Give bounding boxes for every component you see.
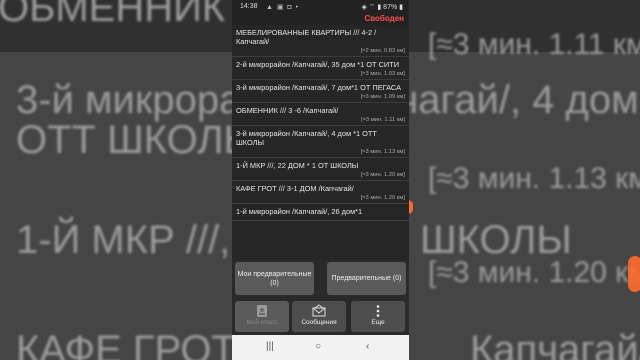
- order-distance: [≈3 мин. 1.20 км]: [360, 195, 405, 201]
- status-bar: 14:38 ▲ ▣ ◘ • ◈ ⌔ ▮ 87% ▮: [232, 0, 409, 14]
- order-address: 3-й микрорайон /Капчагай/, 4 дом *1 ОТТ …: [236, 129, 377, 147]
- order-address: ОБМЕННИК /// 3 -6 /Капчагай/: [236, 106, 339, 115]
- driver-status[interactable]: Свободен: [364, 14, 404, 23]
- android-nav-bar: ||| ○ ‹: [232, 335, 409, 360]
- order-distance: [≈3 мин. 1.03 км]: [360, 71, 405, 77]
- my-preliminary-button[interactable]: Мои предварительные (0): [235, 262, 314, 295]
- list-item[interactable]: 1-Й МКР ///, 22 ДОМ * 1 ОТ ШКОЛЫ [≈3 мин…: [232, 158, 409, 181]
- status-time: 14:38: [240, 3, 258, 10]
- bg-line6-right: Капчагай/: [470, 328, 640, 360]
- orders-list[interactable]: МЕБЕЛИРОВАННЫЕ КВАРТИРЫ /// 4-2 /Капчага…: [232, 25, 409, 260]
- list-item[interactable]: КАФЕ ГРОТ /// 3-1 ДОМ /Капчагай/ [≈3 мин…: [232, 181, 409, 204]
- notification-icons: ▲ ▣ ◘ •: [266, 4, 300, 11]
- back-icon[interactable]: ‹: [366, 341, 369, 352]
- order-distance: [≈3 мин. 1.20 км]: [360, 172, 405, 178]
- my-preliminary-label: Мои предварительные (0): [237, 270, 312, 287]
- list-item[interactable]: 3-й микрорайон /Капчагай/, 7 дом*1 ОТ ПЕ…: [232, 80, 409, 103]
- preliminary-label: Предварительные (0): [331, 275, 402, 282]
- preliminary-button[interactable]: Предварительные (0): [327, 262, 406, 295]
- list-item[interactable]: ОБМЕННИК /// 3 -6 /Капчагай/ [≈3 мин. 1.…: [232, 103, 409, 126]
- home-icon[interactable]: ○: [315, 341, 321, 352]
- list-item[interactable]: 3-й микрорайон /Капчагай/, 4 дом *1 ОТТ …: [232, 126, 409, 158]
- phone-screen: 14:38 ▲ ▣ ◘ • ◈ ⌔ ▮ 87% ▮ Свободен МЕБЕЛ…: [232, 0, 409, 360]
- order-address: КАФЕ ГРОТ /// 3-1 ДОМ /Капчагай/: [236, 184, 354, 193]
- order-address: МЕБЕЛИРОВАННЫЕ КВАРТИРЫ /// 4-2 /Капчага…: [236, 28, 377, 46]
- messages-label: Сообщения: [301, 319, 337, 326]
- order-distance: [≈2 мин. 0.83 км]: [360, 48, 405, 54]
- order-distance: [≈3 мин. 1.09 км]: [360, 94, 405, 100]
- order-address: 1-Й МКР ///, 22 ДОМ * 1 ОТ ШКОЛЫ: [236, 161, 359, 170]
- list-item[interactable]: МЕБЕЛИРОВАННЫЕ КВАРТИРЫ /// 4-2 /Капчага…: [232, 25, 409, 57]
- my-profile-button[interactable]: Мой класс: [235, 301, 289, 332]
- recent-apps-icon[interactable]: |||: [266, 341, 274, 352]
- order-address: 2-й микрорайон /Капчагай/, 35 дом *1 ОТ …: [236, 60, 400, 69]
- bg-line3-right: [≈3 мин. 1.13 км]: [428, 162, 640, 195]
- bg-line1-right: [≈3 мин. 1.11 км]: [428, 28, 640, 61]
- order-distance: [≈3 мин. 1.13 км]: [360, 149, 405, 155]
- list-item[interactable]: 1-й микрорайон /Капчагай/, 26 дом*1: [232, 204, 409, 221]
- list-item[interactable]: 2-й микрорайон /Капчагай/, 35 дом *1 ОТ …: [232, 57, 409, 80]
- system-icons: ◈ ⌔ ▮ 87% ▮: [361, 4, 403, 11]
- more-button[interactable]: Еще: [351, 301, 405, 332]
- more-vertical-icon: [376, 305, 380, 317]
- bg-line6: КАФЕ ГРОТ: [16, 328, 236, 360]
- messages-button[interactable]: Сообщения: [292, 301, 346, 332]
- bg-line5-right: [≈3 мин. 1.20 км]: [428, 256, 640, 289]
- order-address: 3-й микрорайон /Капчагай/, 7 дом*1 ОТ ПЕ…: [236, 83, 402, 92]
- order-address: 1-й микрорайон /Капчагай/, 26 дом*1: [236, 207, 363, 216]
- more-label: Еще: [371, 319, 385, 326]
- bg-line3: ОТТ ШКОЛЫ: [16, 118, 259, 162]
- contact-card-icon: [257, 305, 267, 317]
- envelope-icon: [312, 304, 326, 317]
- order-distance: [≈3 мин. 1.11 км]: [361, 117, 405, 123]
- my-profile-label: Мой класс: [246, 319, 278, 326]
- app-status-line: Свободен: [232, 14, 409, 25]
- bg-floating-indicator: [628, 256, 640, 292]
- bottom-panel: Мои предварительные (0) Предварительные …: [232, 260, 409, 335]
